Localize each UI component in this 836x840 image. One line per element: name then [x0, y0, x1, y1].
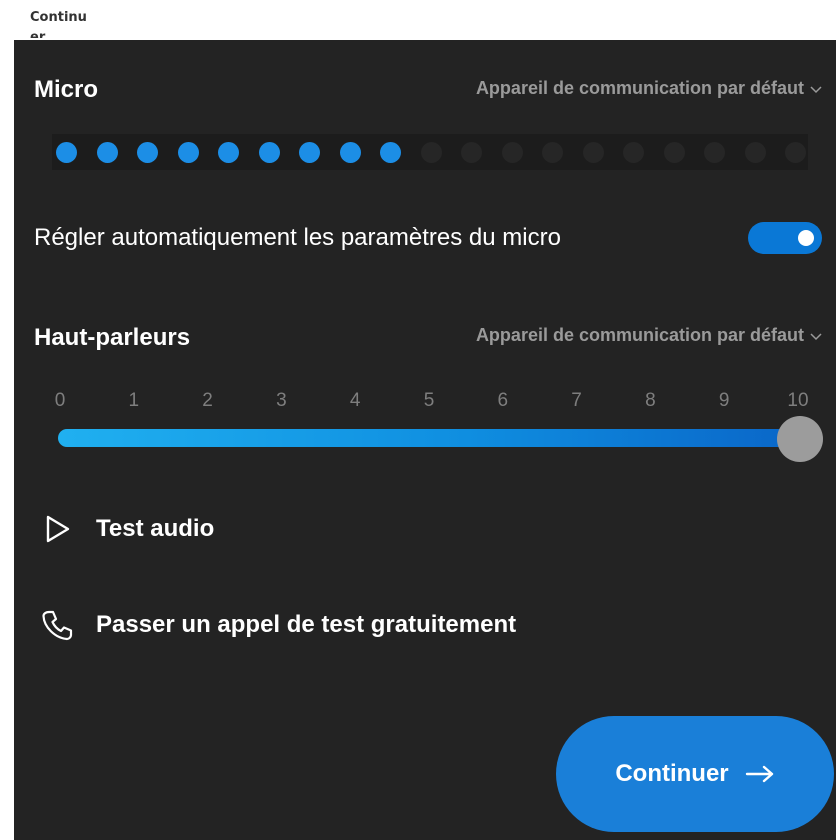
chevron-down-icon [810, 332, 822, 340]
volume-tick-label: 7 [571, 390, 582, 411]
level-dot [582, 141, 604, 163]
arrow-right-icon [745, 765, 773, 783]
play-icon [46, 515, 70, 543]
volume-tick-label: 5 [423, 390, 435, 411]
level-dot [623, 141, 644, 163]
volume-tick-label: 9 [718, 390, 730, 411]
level-dot [785, 141, 806, 163]
level-dot [542, 141, 563, 163]
window-title-truncated: Continuer [30, 10, 87, 38]
speakers-title: Haut-parleurs [34, 324, 191, 351]
test-call-label: Passer un appel de test gratuitement [96, 611, 517, 638]
volume-scale: 0 1 2 3 4 5 6 7 8 9 10 [48, 390, 809, 414]
level-dot [501, 141, 523, 163]
volume-tick-label: 4 [349, 390, 361, 411]
volume-tick-label: 8 [645, 390, 656, 411]
test-call-button[interactable]: Passer un appel de test gratuitement [40, 608, 516, 642]
level-dot [96, 141, 118, 163]
volume-tick-label: 3 [276, 390, 287, 411]
auto-adjust-row: Régler automatiquement les paramètres du… [34, 220, 824, 256]
level-dot [744, 141, 766, 163]
volume-tick-label: 1 [128, 390, 140, 411]
micro-title: Micro [34, 76, 99, 103]
level-dot [339, 141, 361, 163]
phone-icon [42, 610, 73, 641]
level-dot [420, 141, 442, 163]
level-dot [177, 141, 199, 163]
continue-label: Continuer [615, 760, 729, 787]
micro-device-select[interactable]: Appareil de communication par défaut [476, 78, 822, 99]
speakers-device-label: Appareil de communication par défaut [475, 325, 804, 345]
audio-settings-panel: Micro Appareil de communication par défa… [14, 40, 836, 840]
volume-tick-label: 6 [497, 390, 509, 411]
speakers-device-select[interactable]: Appareil de communication par défaut [476, 325, 822, 346]
micro-device-label: Appareil de communication par défaut [475, 78, 804, 98]
level-dot [704, 141, 725, 163]
level-dot [299, 141, 320, 163]
auto-adjust-toggle[interactable] [748, 222, 822, 254]
micro-level-meter [52, 134, 808, 170]
level-dot [258, 141, 280, 163]
level-dot [380, 141, 401, 163]
test-audio-label: Test audio [96, 515, 215, 542]
test-audio-button[interactable]: Test audio [40, 512, 214, 546]
volume-tick-label: 0 [54, 390, 66, 411]
auto-adjust-label: Régler automatiquement les paramètres du… [34, 224, 561, 251]
level-dot [137, 141, 158, 163]
volume-slider-thumb[interactable] [777, 416, 823, 462]
level-dot [461, 141, 482, 163]
chevron-down-icon [810, 85, 822, 93]
volume-tick-label: 2 [202, 390, 213, 411]
volume-tick-label: 10 [787, 390, 809, 411]
volume-slider-track[interactable] [58, 429, 800, 447]
level-dot [56, 141, 77, 163]
level-dot [663, 141, 685, 163]
toggle-knob [798, 230, 814, 246]
level-dot [218, 141, 239, 163]
continue-button[interactable]: Continuer [556, 716, 834, 832]
